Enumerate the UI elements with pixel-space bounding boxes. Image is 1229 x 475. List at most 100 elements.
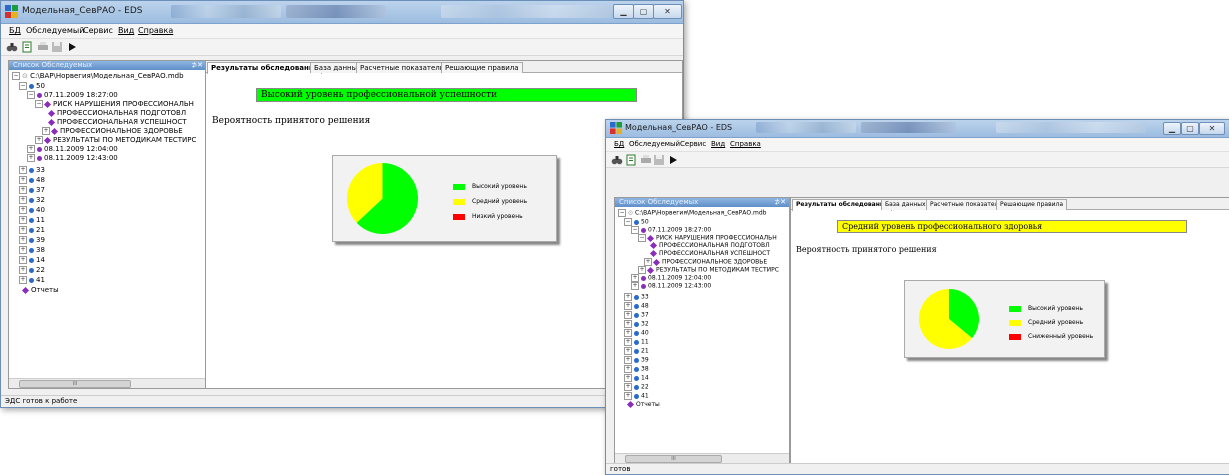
tree-item-subject[interactable]: +33 — [624, 293, 649, 301]
tree-item-subject[interactable]: +39 — [624, 356, 649, 364]
tree-item-prof-training[interactable]: ПРОФЕССИОНАЛЬНАЯ ПОДГОТОВЛ — [47, 109, 186, 117]
maximize-button[interactable]: ▢ — [1181, 122, 1199, 135]
tree-root[interactable]: − ⊙ C:\BAP\Норвегия\Модельная_СевРАО.mdb — [12, 72, 184, 80]
tree-item-subject-50[interactable]: −50 — [19, 82, 45, 90]
tree-item-results[interactable]: + РЕЗУЛЬТАТЫ ПО МЕТОДИКАМ ТЕСТИРС — [35, 136, 196, 144]
menu-item-help[interactable]: Справка — [138, 26, 173, 35]
menu-item-subject[interactable]: Обследуемый — [26, 26, 84, 35]
tree-item-subject[interactable]: +21 — [624, 347, 649, 355]
collapse-icon[interactable]: − — [12, 72, 20, 80]
tree-item-subject[interactable]: +39 — [19, 236, 45, 244]
tree-item-subject[interactable]: +22 — [19, 266, 45, 274]
binoculars-icon[interactable] — [611, 154, 623, 166]
menu-item-subject[interactable]: Обследуемый — [629, 140, 680, 148]
scrollbar-thumb[interactable]: III — [625, 455, 722, 463]
tree-item-session[interactable]: +08.11.2009 12:43:00 — [631, 282, 711, 290]
tree-item-session[interactable]: +08.11.2009 12:04:00 — [631, 274, 711, 282]
menu-item-db[interactable]: БД — [9, 26, 21, 35]
tree-item-prof-success[interactable]: ПРОФЕССИОНАЛЬНАЯ УСПЕШНОСТ — [47, 118, 187, 126]
expand-icon[interactable]: + — [27, 154, 35, 162]
scrollbar-thumb[interactable]: III — [19, 380, 131, 388]
tree-item-subject[interactable]: +11 — [19, 216, 45, 224]
menu-item-service[interactable]: Сервис — [83, 26, 113, 35]
tree-item-reports[interactable]: Отчеты — [626, 400, 660, 409]
tree-item-subject[interactable]: +40 — [624, 329, 649, 337]
menu-item-service[interactable]: Сервис — [680, 140, 706, 148]
tree-item-prof-success[interactable]: ПРОФЕССИОНАЛЬНАЯ УСПЕШНОСТ — [649, 249, 770, 258]
tab-rules[interactable]: Решающие правила — [441, 62, 523, 73]
tree-item-results[interactable]: + РЕЗУЛЬТАТЫ ПО МЕТОДИКАМ ТЕСТИРС — [638, 266, 779, 274]
tab-results[interactable]: Результаты обследования — [207, 62, 323, 74]
tree-item-subject[interactable]: +40 — [19, 206, 45, 214]
tree-item-subject[interactable]: +21 — [19, 226, 45, 234]
tree-item-subject[interactable]: +38 — [19, 246, 45, 254]
menu-item-view[interactable]: Вид — [118, 26, 134, 35]
tree-root[interactable]: − ⊙ C:\BAP\Норвегия\Модельная_СевРАО.mdb — [618, 209, 766, 217]
play-icon[interactable] — [66, 41, 78, 53]
tab-computed[interactable]: Расчетные показатели — [356, 62, 449, 73]
tree-item-subject[interactable]: +32 — [19, 196, 45, 204]
tree-item-session[interactable]: +08.11.2009 12:43:00 — [27, 154, 118, 162]
disk-icon[interactable] — [653, 154, 665, 166]
tree-item-session[interactable]: −07.11.2009 18:27:00 — [27, 91, 118, 99]
tree-item-subject-50[interactable]: −50 — [624, 218, 649, 226]
session-icon — [37, 92, 42, 98]
tree-item-subject[interactable]: +48 — [624, 302, 649, 310]
document-icon[interactable] — [625, 154, 637, 166]
tree-item-subject[interactable]: +22 — [624, 383, 649, 391]
tree-item-subject[interactable]: +38 — [624, 365, 649, 373]
expand-icon[interactable]: + — [27, 145, 35, 153]
tree-item-risk[interactable]: − РИСК НАРУШЕНИЯ ПРОФЕССИОНАЛЬН — [638, 234, 777, 242]
tree-item-subject[interactable]: +33 — [19, 166, 45, 174]
close-button[interactable]: ✕ — [653, 4, 682, 19]
title-bar[interactable]: Модельная_СевРАО - EDS ▁ ▢ ✕ — [1, 1, 683, 24]
tab-database[interactable]: База данных — [881, 199, 930, 210]
pin-icon[interactable]: ⊅✕ — [191, 61, 203, 70]
tab-results[interactable]: Результаты обследования — [792, 199, 892, 211]
pin-icon[interactable]: ⊅✕ — [774, 198, 786, 207]
print-icon[interactable] — [37, 41, 49, 53]
minimize-button[interactable]: ▁ — [1163, 122, 1181, 135]
collapse-icon[interactable]: − — [35, 100, 43, 108]
tree-item-subject[interactable]: +11 — [624, 338, 649, 346]
document-icon[interactable] — [21, 41, 33, 53]
disk-icon[interactable] — [51, 41, 63, 53]
tab-computed[interactable]: Расчетные показатели — [926, 199, 1007, 210]
tree-item-session[interactable]: +08.11.2009 12:04:00 — [27, 145, 118, 153]
toolbar — [606, 152, 1229, 168]
probability-label: Вероятность принятого решения — [796, 245, 937, 254]
horizontal-scrollbar[interactable]: III — [9, 378, 206, 388]
tree-item-session[interactable]: −07.11.2009 18:27:00 — [631, 226, 711, 234]
tree-item-subject[interactable]: +48 — [19, 176, 45, 184]
collapse-icon[interactable]: − — [27, 91, 35, 99]
tree-item-subject[interactable]: +32 — [624, 320, 649, 328]
menu-item-db[interactable]: БД — [614, 140, 624, 148]
tree-item-subject[interactable]: +37 — [624, 311, 649, 319]
close-button[interactable]: ✕ — [1199, 122, 1225, 135]
tree-item-subject[interactable]: +41 — [624, 392, 649, 400]
horizontal-scrollbar[interactable]: III — [615, 453, 789, 463]
maximize-button[interactable]: ▢ — [633, 4, 654, 19]
tree-item-subject[interactable]: +37 — [19, 186, 45, 194]
expand-icon[interactable]: + — [35, 136, 43, 144]
menu-item-view[interactable]: Вид — [711, 140, 725, 148]
subjects-panel: Список Обследуемых ⊅✕ − ⊙ C:\BAP\Норвегия\… — [614, 197, 790, 464]
collapse-icon[interactable]: − — [19, 82, 27, 90]
print-icon[interactable] — [640, 154, 652, 166]
tree-item-prof-health[interactable]: + ПРОФЕССИОНАЛЬНОЕ ЗДОРОВЬЕ — [644, 258, 767, 266]
menu-item-help[interactable]: Справка — [730, 140, 761, 148]
tree-item-subject[interactable]: +14 — [624, 374, 649, 382]
title-bar[interactable]: Модельная_СевРАО - EDS ▁ ▢ ✕ — [606, 120, 1229, 138]
binoculars-icon[interactable] — [6, 41, 18, 53]
tab-rules[interactable]: Решающие правила — [996, 199, 1068, 210]
tree-item-subject[interactable]: +41 — [19, 276, 45, 284]
play-icon[interactable] — [667, 154, 679, 166]
tree-item-subject[interactable]: +14 — [19, 256, 45, 264]
tree-item-prof-training[interactable]: ПРОФЕССИОНАЛЬНАЯ ПОДГОТОВЛ — [649, 241, 770, 250]
tree-item-prof-health[interactable]: + ПРОФЕССИОНАЛЬНОЕ ЗДОРОВЬЕ — [42, 127, 183, 135]
tree-item-risk[interactable]: − РИСК НАРУШЕНИЯ ПРОФЕССИОНАЛЬН — [35, 100, 194, 108]
legend-swatch — [453, 183, 465, 190]
tree-item-reports[interactable]: Отчеты — [21, 286, 59, 294]
expand-icon[interactable]: + — [42, 127, 50, 135]
minimize-button[interactable]: ▁ — [613, 4, 634, 19]
